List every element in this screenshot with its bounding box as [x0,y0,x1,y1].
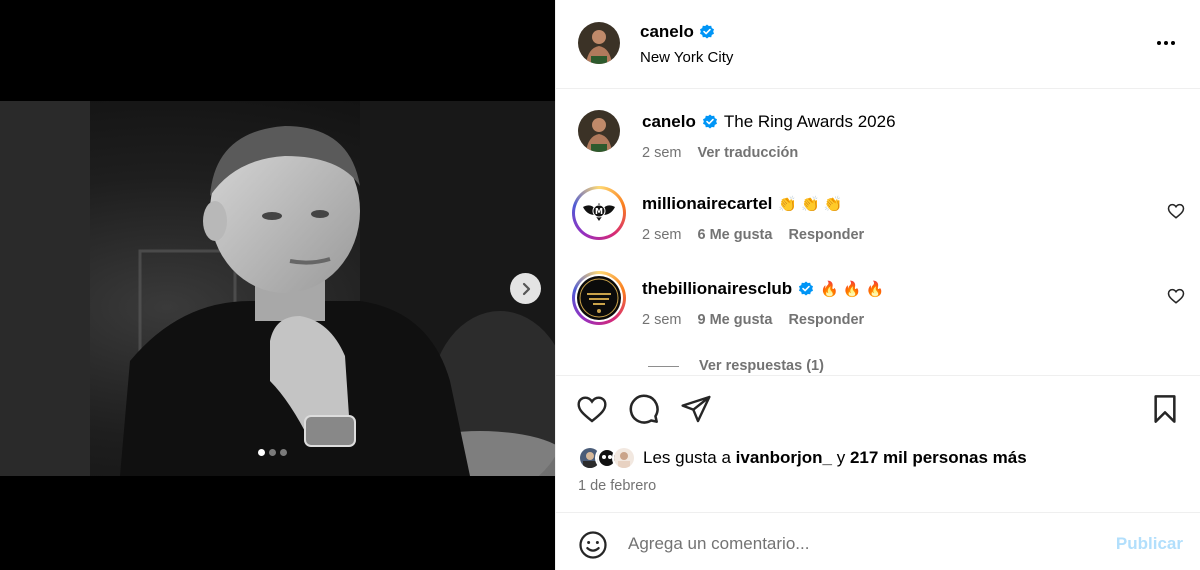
replies-divider [648,365,679,367]
comment-input[interactable] [628,528,1098,560]
comment-avatar[interactable] [572,271,626,325]
comment-text: 👏👏👏 [778,196,847,213]
post-panel: canelo New York City canelo The Ring Awa… [555,0,1200,570]
svg-text:M: M [595,207,603,216]
millionairecartel-logo: M [577,191,621,235]
comment-username[interactable]: millionairecartel [642,194,772,214]
comment-composer: Publicar [556,514,1200,570]
post-header: canelo New York City [556,0,1200,89]
reply-button[interactable]: Responder [788,227,864,243]
view-replies-button[interactable]: Ver respuestas (1) [648,358,824,374]
comment-likes[interactable]: 9 Me gusta [698,312,773,328]
translate-link[interactable]: Ver traducción [698,145,799,161]
comment-text-row: millionairecartel 👏👏👏 [642,194,846,214]
liker-username[interactable]: ivanborjon_ [736,448,832,467]
post-date[interactable]: 1 de febrero [578,478,656,494]
comment-text: 🔥🔥🔥 [820,281,889,298]
caption-avatar[interactable] [578,110,620,152]
carousel-dot [280,449,287,456]
likes-text: Les gusta a ivanborjon_ y 217 mil person… [643,448,1027,467]
comments-list[interactable]: canelo The Ring Awards 2026 2 sem Ver tr… [556,90,1200,375]
comment-icon[interactable] [628,393,660,425]
caption-text: The Ring Awards 2026 [723,112,896,131]
comment-like-icon[interactable] [1167,202,1185,220]
comment-text-row: thebillionairesclub 🔥🔥🔥 [642,279,888,299]
caption-meta: 2 sem Ver traducción [642,145,798,161]
carousel-dot [269,449,276,456]
carousel-next-button[interactable] [510,273,541,304]
photo-illustration [0,101,555,476]
verified-badge-icon [699,24,714,39]
comment-meta: 2 sem 9 Me gusta Responder [642,312,864,328]
author-username[interactable]: canelo [640,22,694,42]
more-options-button[interactable] [1155,32,1177,54]
thebillionairesclub-logo [577,276,621,320]
caption-time[interactable]: 2 sem [642,145,682,161]
likes-count[interactable]: 217 mil personas más [850,448,1027,467]
carousel-dot [258,449,265,456]
comment-time[interactable]: 2 sem [642,227,682,243]
comment-like-icon[interactable] [1167,287,1185,305]
comment-meta: 2 sem 6 Me gusta Responder [642,227,864,243]
caption-username[interactable]: canelo [642,112,696,132]
post-photo[interactable] [0,101,555,476]
post-actions: Les gusta a ivanborjon_ y 217 mil person… [556,375,1200,513]
liker-avatar [612,446,636,470]
post-location[interactable]: New York City [640,49,733,66]
author-avatar[interactable] [578,22,620,64]
carousel-indicator [258,449,287,456]
view-replies-label: Ver respuestas (1) [699,358,824,374]
share-icon[interactable] [680,393,712,425]
comment-avatar[interactable]: M [572,186,626,240]
heart-icon[interactable] [576,393,608,425]
publish-button[interactable]: Publicar [1116,534,1183,554]
comment-time[interactable]: 2 sem [642,312,682,328]
more-options-icon [1157,41,1161,45]
comment-username[interactable]: thebillionairesclub [642,279,792,299]
reply-button[interactable]: Responder [788,312,864,328]
author-name-row: canelo [640,22,715,42]
comment-likes[interactable]: 6 Me gusta [698,227,773,243]
post-media [0,0,555,570]
verified-badge-icon [799,281,814,296]
verified-badge-icon [702,114,717,129]
emoji-icon[interactable] [578,530,608,560]
caption-text-row: canelo The Ring Awards 2026 [642,112,896,132]
likes-summary: Les gusta a ivanborjon_ y 217 mil person… [578,446,1027,470]
bookmark-icon[interactable] [1149,393,1181,425]
chevron-right-icon [522,282,530,295]
